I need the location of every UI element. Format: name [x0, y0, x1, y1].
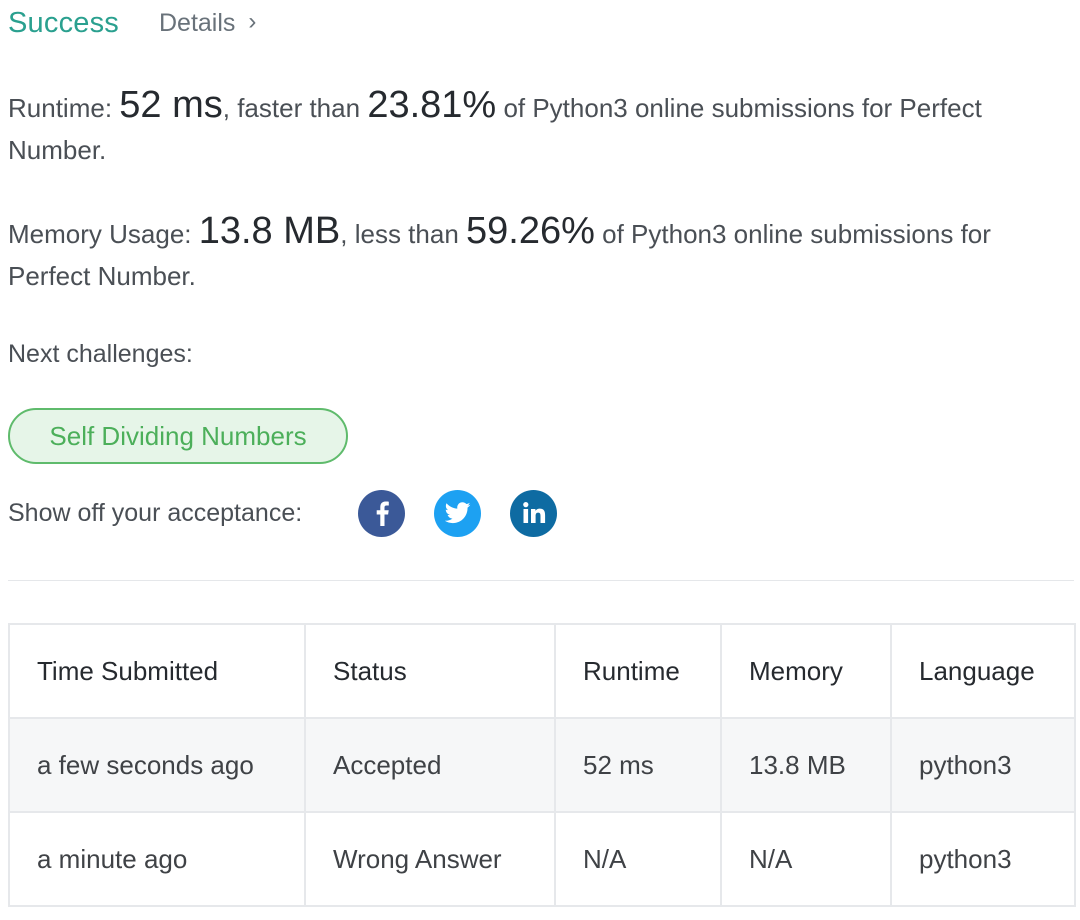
cell-time-submitted: a few seconds ago	[8, 717, 306, 813]
share-label: Show off your acceptance:	[8, 498, 303, 527]
column-header-status: Status	[304, 623, 556, 719]
table-row: a minute ago Wrong Answer N/A N/A python…	[8, 811, 1076, 907]
facebook-icon	[376, 501, 389, 526]
runtime-value: 52 ms	[119, 84, 223, 126]
result-header: Success Details ›	[8, 0, 256, 46]
next-challenges-label: Next challenges:	[8, 340, 193, 368]
memory-less-text: , less than	[340, 219, 459, 249]
table-row: a few seconds ago Accepted 52 ms 13.8 MB…	[8, 717, 1076, 813]
share-row: Show off your acceptance:	[8, 486, 558, 540]
cell-time-submitted: a minute ago	[8, 811, 306, 907]
details-link[interactable]: Details ›	[159, 8, 257, 38]
facebook-share-button[interactable]	[358, 489, 406, 537]
memory-stat: Memory Usage: 13.8 MB, less than 59.26% …	[8, 210, 1068, 297]
cell-language: python3	[890, 717, 1076, 813]
runtime-percent: 23.81%	[367, 84, 497, 126]
table-header-row: Time Submitted Status Runtime Memory Lan…	[8, 623, 1076, 719]
cell-language: python3	[890, 811, 1076, 907]
linkedin-icon	[522, 502, 545, 523]
runtime-faster-text: , faster than	[222, 93, 361, 123]
chevron-right-icon: ›	[248, 8, 257, 35]
status-link-accepted[interactable]: Accepted	[304, 717, 556, 813]
cell-runtime: 52 ms	[554, 717, 722, 813]
cell-memory: N/A	[720, 811, 892, 907]
column-header-runtime: Runtime	[554, 623, 722, 719]
runtime-label: Runtime:	[8, 93, 113, 123]
details-link-label: Details	[159, 8, 236, 37]
status-title: Success	[8, 6, 119, 39]
linkedin-share-button[interactable]	[510, 489, 558, 537]
runtime-stat: Runtime: 52 ms, faster than 23.81% of Py…	[8, 84, 1068, 171]
cell-memory: 13.8 MB	[720, 717, 892, 813]
cell-runtime: N/A	[554, 811, 722, 907]
status-link-wrong-answer[interactable]: Wrong Answer	[304, 811, 556, 907]
submissions-table: Time Submitted Status Runtime Memory Lan…	[8, 623, 1076, 907]
memory-value: 13.8 MB	[198, 210, 341, 252]
challenge-button-self-dividing-numbers[interactable]: Self Dividing Numbers	[8, 408, 348, 464]
memory-percent: 59.26%	[466, 210, 595, 252]
twitter-icon	[444, 502, 471, 524]
column-header-language: Language	[890, 623, 1076, 719]
column-header-memory: Memory	[720, 623, 892, 719]
twitter-share-button[interactable]	[434, 489, 482, 537]
column-header-time-submitted: Time Submitted	[8, 623, 306, 719]
divider	[8, 580, 1074, 581]
memory-label: Memory Usage:	[8, 219, 192, 249]
